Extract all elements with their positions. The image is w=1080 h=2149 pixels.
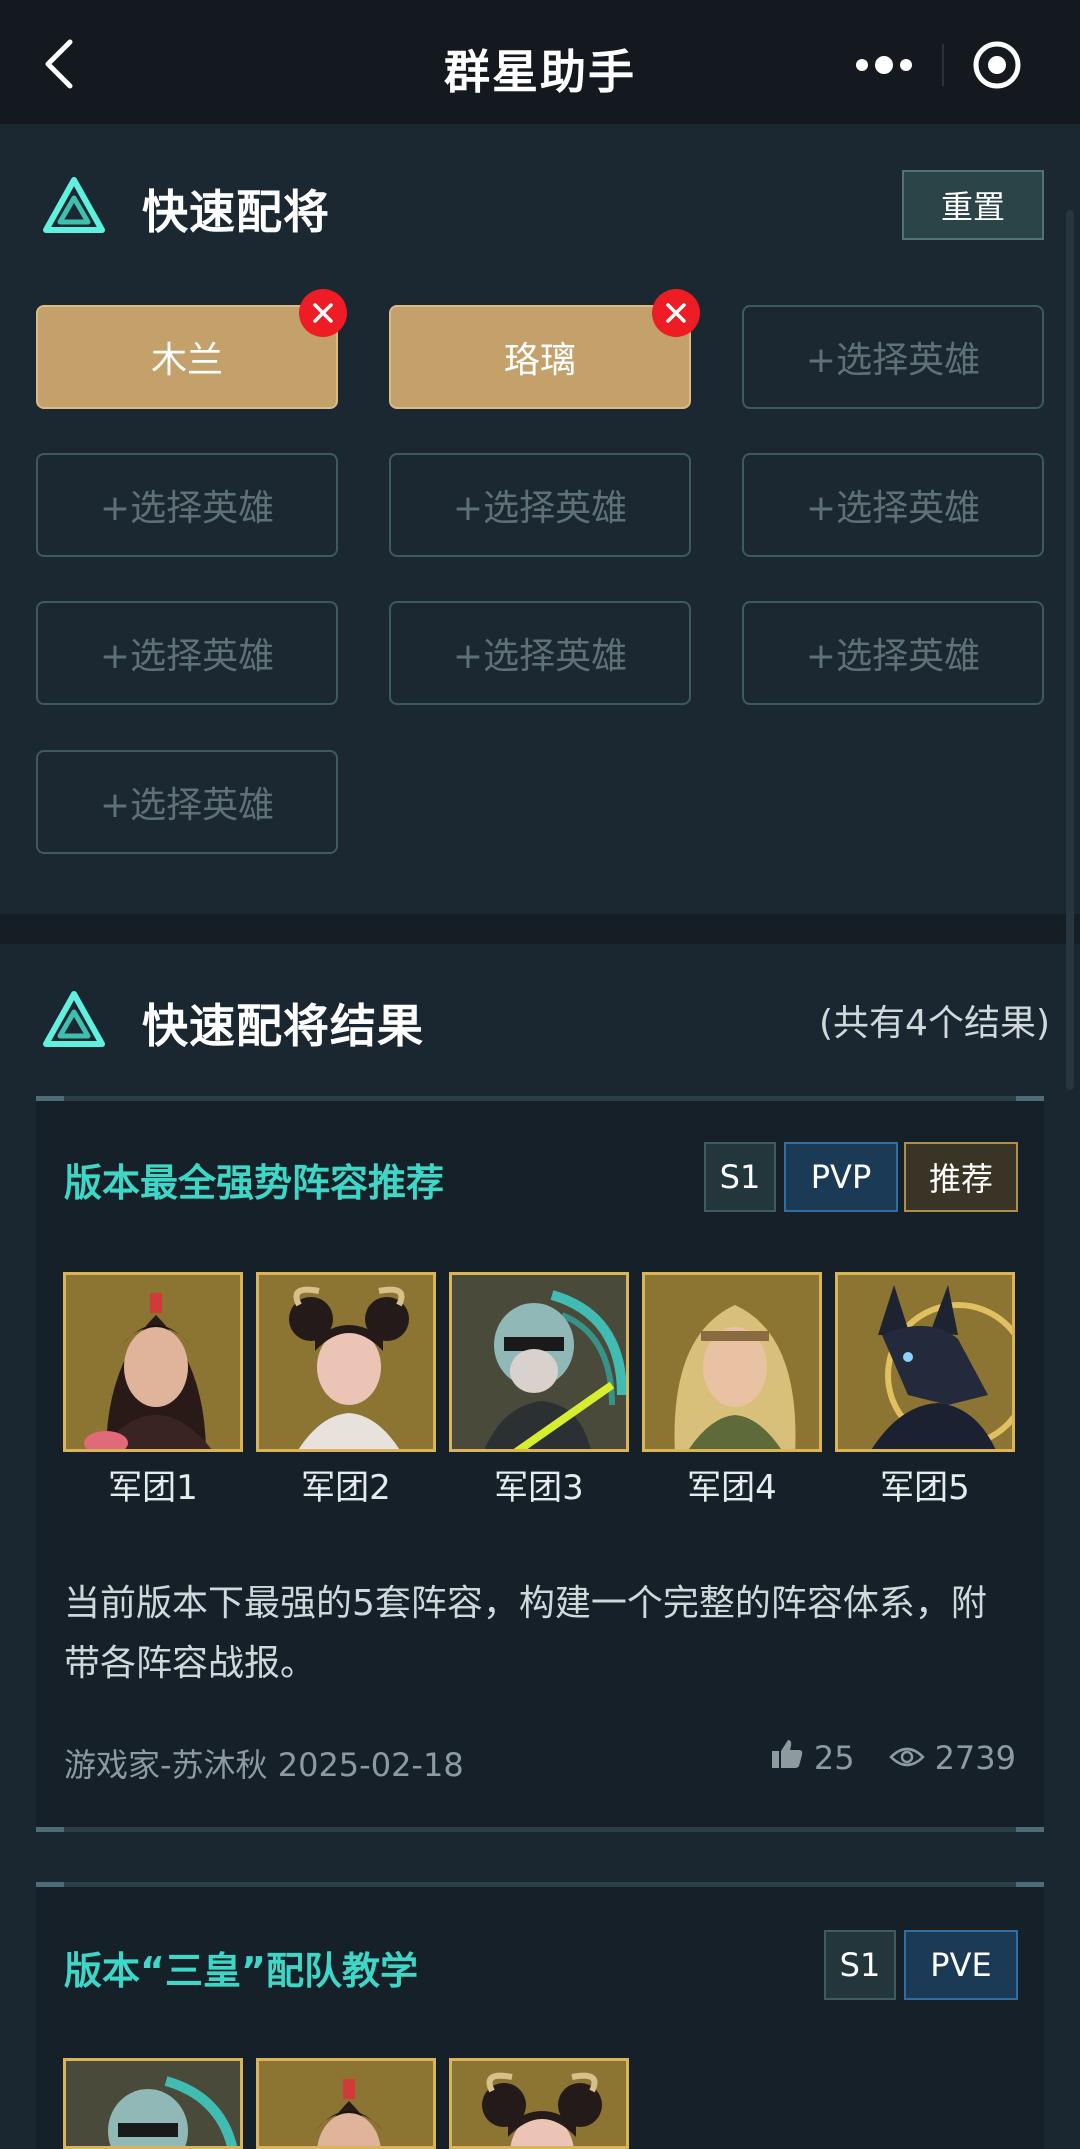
tag-mode: PVE: [904, 1930, 1018, 2000]
result-card-1[interactable]: 版本最全强势阵容推荐 S1 PVP 推荐 军团1 军团2 军团3 军团4 军团5…: [36, 1096, 1044, 1832]
hero-label-1: 军团1: [108, 1468, 198, 1508]
hero-portrait-3[interactable]: [449, 1272, 629, 1452]
hero-slot-8[interactable]: +选择英雄: [389, 601, 691, 705]
hero-slot-6[interactable]: +选择英雄: [742, 453, 1044, 557]
card-top-border: [36, 1096, 1044, 1101]
hero-slot-4[interactable]: +选择英雄: [36, 453, 338, 557]
hero-portrait-2[interactable]: [256, 1272, 436, 1452]
hero-slot-9[interactable]: +选择英雄: [742, 601, 1044, 705]
hero-portrait-1[interactable]: [63, 2058, 243, 2149]
tag-season: S1: [704, 1142, 776, 1212]
hero-portrait-4[interactable]: [642, 1272, 822, 1452]
scrollbar[interactable]: [1066, 210, 1074, 1090]
tag-season: S1: [824, 1930, 896, 2000]
hero-slot-5[interactable]: +选择英雄: [389, 453, 691, 557]
hero-slot-1[interactable]: 木兰: [36, 305, 338, 409]
close-target-icon[interactable]: [972, 40, 1022, 90]
view-count: 2739: [934, 1739, 1016, 1777]
hero-label-4: 军团4: [687, 1468, 777, 1508]
hero-slot-7[interactable]: +选择英雄: [36, 601, 338, 705]
card-top-border: [36, 1882, 1044, 1887]
card-bottom-border: [36, 1827, 1044, 1832]
card-description: 当前版本下最强的5套阵容，构建一个完整的阵容体系，附带各阵容战报。: [64, 1583, 987, 1684]
view-icon: [888, 1739, 925, 1777]
remove-hero-1-icon[interactable]: [299, 289, 347, 337]
hero-portrait-2[interactable]: [256, 2058, 436, 2149]
hero-label-5: 军团5: [880, 1468, 970, 1508]
quick-pair-title: 快速配将: [142, 185, 330, 239]
hero-portrait-3[interactable]: [449, 2058, 629, 2149]
hero-label-2: 军团2: [301, 1468, 391, 1508]
card-author-date: 游戏家-苏沐秋 2025-02-18: [64, 1746, 464, 1784]
tag-recommended: 推荐: [904, 1142, 1018, 1212]
reset-button[interactable]: 重置: [902, 170, 1044, 240]
nav-bar: 群星助手: [0, 0, 1080, 124]
results-title: 快速配将结果: [142, 999, 424, 1053]
like-icon[interactable]: [770, 1738, 804, 1778]
hero-portrait-5[interactable]: [835, 1272, 1015, 1452]
mini-program-capsule: [822, 30, 1032, 100]
section-divider: [0, 914, 1080, 944]
result-count: (共有4个结果): [819, 1003, 1050, 1044]
hero-label-3: 军团3: [494, 1468, 584, 1508]
hero-slot-3[interactable]: +选择英雄: [742, 305, 1044, 409]
tag-mode: PVP: [784, 1142, 898, 1212]
result-card-2[interactable]: 版本“三皇”配队教学 S1 PVE: [36, 1882, 1044, 2149]
card-stats: 25 2739: [760, 1738, 1016, 1778]
remove-hero-2-icon[interactable]: [652, 289, 700, 337]
more-icon[interactable]: [822, 30, 942, 100]
hero-slot-2[interactable]: 珞璃: [389, 305, 691, 409]
capsule-divider: [942, 44, 944, 86]
section-logo-icon: [42, 176, 106, 234]
card-title: 版本最全强势阵容推荐: [64, 1161, 445, 1205]
hero-slot-10[interactable]: +选择英雄: [36, 750, 338, 854]
hero-portrait-1[interactable]: [63, 1272, 243, 1452]
card-title: 版本“三皇”配队教学: [64, 1949, 418, 1993]
like-count: 25: [813, 1739, 855, 1777]
section-logo-icon: [42, 990, 106, 1048]
